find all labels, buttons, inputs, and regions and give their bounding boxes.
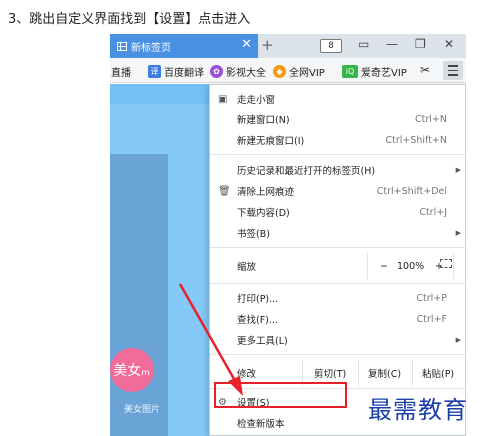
apps-grid-icon <box>117 41 127 51</box>
shortcut-text: Ctrl+J <box>419 206 447 218</box>
scissors-icon[interactable]: ✂ <box>420 63 430 77</box>
fullscreen-icon[interactable] <box>440 259 452 268</box>
menu-divider <box>210 247 466 248</box>
window-icon: ▣ <box>218 93 228 105</box>
step-caption: 3、跳出自定义界面找到【设置】点击进入 <box>8 12 251 27</box>
diamond-icon: ◆ <box>273 65 286 78</box>
shortcut-text: Ctrl+N <box>415 113 447 125</box>
page-side-panel <box>110 154 168 436</box>
menu-item-label: 走走小窗 <box>237 95 276 106</box>
menu-divider <box>210 154 466 155</box>
menu-item-label: 历史记录和最近打开的标签页(H) <box>237 166 376 177</box>
zoom-divider <box>367 253 368 279</box>
tab-title: 新标签页 <box>131 42 171 54</box>
menu-divider <box>210 354 466 355</box>
edit-label: 修改 <box>237 369 257 380</box>
menu-divider <box>210 283 466 284</box>
edit-divider <box>412 360 413 386</box>
menu-item-label: 下载内容(D) <box>237 208 290 219</box>
zoom-label: 缩放 <box>237 262 257 273</box>
bookmark-live[interactable]: I直播 <box>110 64 131 79</box>
shortcut-text: Ctrl+Shift+Del <box>376 185 447 197</box>
bookmark-video[interactable]: ✿ 影视大全 <box>210 64 266 79</box>
menu-item-label: 检查新版本 <box>237 419 285 430</box>
edit-divider <box>358 360 359 386</box>
close-window-button[interactable]: ✕ <box>444 37 454 51</box>
zoom-out-button[interactable]: − <box>380 261 388 272</box>
bookmarks-bar: I直播 译 百度翻译 ✿ 影视大全 ◆ 全网VIP iQ 爱奇艺VIP ✂ <box>110 58 466 83</box>
menu-item-label: 书签(B) <box>237 229 270 240</box>
bookmark-label: 百度翻译 <box>164 68 204 79</box>
zoom-divider <box>453 253 454 279</box>
menu-item-mini-window[interactable]: ▣ 走走小窗 <box>210 89 466 109</box>
tab-bar: 新标签页 ✕ + 8 ▭ — ❐ ✕ <box>110 34 466 58</box>
bookmark-vip[interactable]: ◆ 全网VIP <box>273 64 325 79</box>
beauty-images-label[interactable]: 美女图片 <box>110 402 160 415</box>
cut-button[interactable]: 剪切(T) <box>314 366 346 380</box>
settings-highlight-box <box>214 382 347 408</box>
menu-item-label: 清除上网痕迹 <box>237 187 295 198</box>
menu-item-incognito[interactable]: 新建无痕窗口(I) Ctrl+Shift+N <box>210 130 466 150</box>
iqiyi-icon: iQ <box>342 65 358 78</box>
menu-button[interactable] <box>443 61 463 80</box>
bookmark-label: I直播 <box>110 68 131 79</box>
trash-icon: 🗑 <box>218 185 231 197</box>
menu-item-clear-traces[interactable]: 🗑 清除上网痕迹 Ctrl+Shift+Del <box>210 181 466 201</box>
bookmark-label: 影视大全 <box>226 68 266 79</box>
copy-button[interactable]: 复制(C) <box>368 366 401 380</box>
browser-screenshot: 新标签页 ✕ + 8 ▭ — ❐ ✕ I直播 译 百度翻译 ✿ 影视大全 ◆ 全… <box>110 34 466 436</box>
submenu-arrow-icon: ▶ <box>455 166 461 174</box>
submenu-arrow-icon: ▶ <box>455 336 461 344</box>
paste-button[interactable]: 粘贴(P) <box>422 366 454 380</box>
submenu-arrow-icon: ▶ <box>455 229 461 237</box>
tab-close-icon[interactable]: ✕ <box>241 37 252 52</box>
bookmark-baidu-translate[interactable]: 译 百度翻译 <box>148 64 204 79</box>
menu-item-downloads[interactable]: 下载内容(D) Ctrl+J <box>210 202 466 222</box>
menu-line <box>448 65 458 67</box>
minimize-button[interactable]: — <box>386 37 398 51</box>
menu-item-bookmarks[interactable]: 书签(B) ▶ <box>210 223 466 243</box>
menu-line <box>448 74 458 76</box>
tab-new-tab[interactable]: 新标签页 ✕ <box>110 34 258 58</box>
bookmark-iqiyi[interactable]: iQ 爱奇艺VIP <box>342 64 407 79</box>
tab-count-badge[interactable]: 8 <box>320 39 342 53</box>
menu-item-history[interactable]: 历史记录和最近打开的标签页(H) ▶ <box>210 160 466 180</box>
beauty-images-icon[interactable]: 美女ₘ <box>110 348 154 392</box>
menu-item-find[interactable]: 查找(F)... Ctrl+F <box>210 309 466 329</box>
menu-item-label: 打印(P)... <box>237 294 279 305</box>
bookmark-label: 爱奇艺VIP <box>361 68 407 79</box>
shortcut-text: Ctrl+F <box>416 313 447 325</box>
menu-item-label: 新建窗口(N) <box>237 115 290 126</box>
menu-item-new-window[interactable]: 新建窗口(N) Ctrl+N <box>210 109 466 129</box>
message-icon[interactable]: ▭ <box>358 37 369 51</box>
menu-item-label: 查找(F)... <box>237 315 278 326</box>
shortcut-text: Ctrl+P <box>416 292 447 304</box>
new-tab-button[interactable]: + <box>261 36 274 54</box>
menu-item-more-tools[interactable]: 更多工具(L) ▶ <box>210 330 466 350</box>
shortcut-text: Ctrl+Shift+N <box>385 134 447 146</box>
watermark-text: 最需教育 <box>368 396 468 424</box>
menu-line <box>448 69 458 72</box>
maximize-button[interactable]: ❐ <box>415 37 426 51</box>
menu-item-label: 新建无痕窗口(I) <box>237 136 305 147</box>
flower-icon: ✿ <box>210 65 223 78</box>
zoom-level: 100% <box>397 260 425 272</box>
menu-item-zoom: 缩放 − 100% + <box>210 253 466 279</box>
bookmark-label: 全网VIP <box>289 68 325 79</box>
menu-item-print[interactable]: 打印(P)... Ctrl+P <box>210 288 466 308</box>
menu-item-label: 更多工具(L) <box>237 336 288 347</box>
translate-icon: 译 <box>148 65 161 78</box>
